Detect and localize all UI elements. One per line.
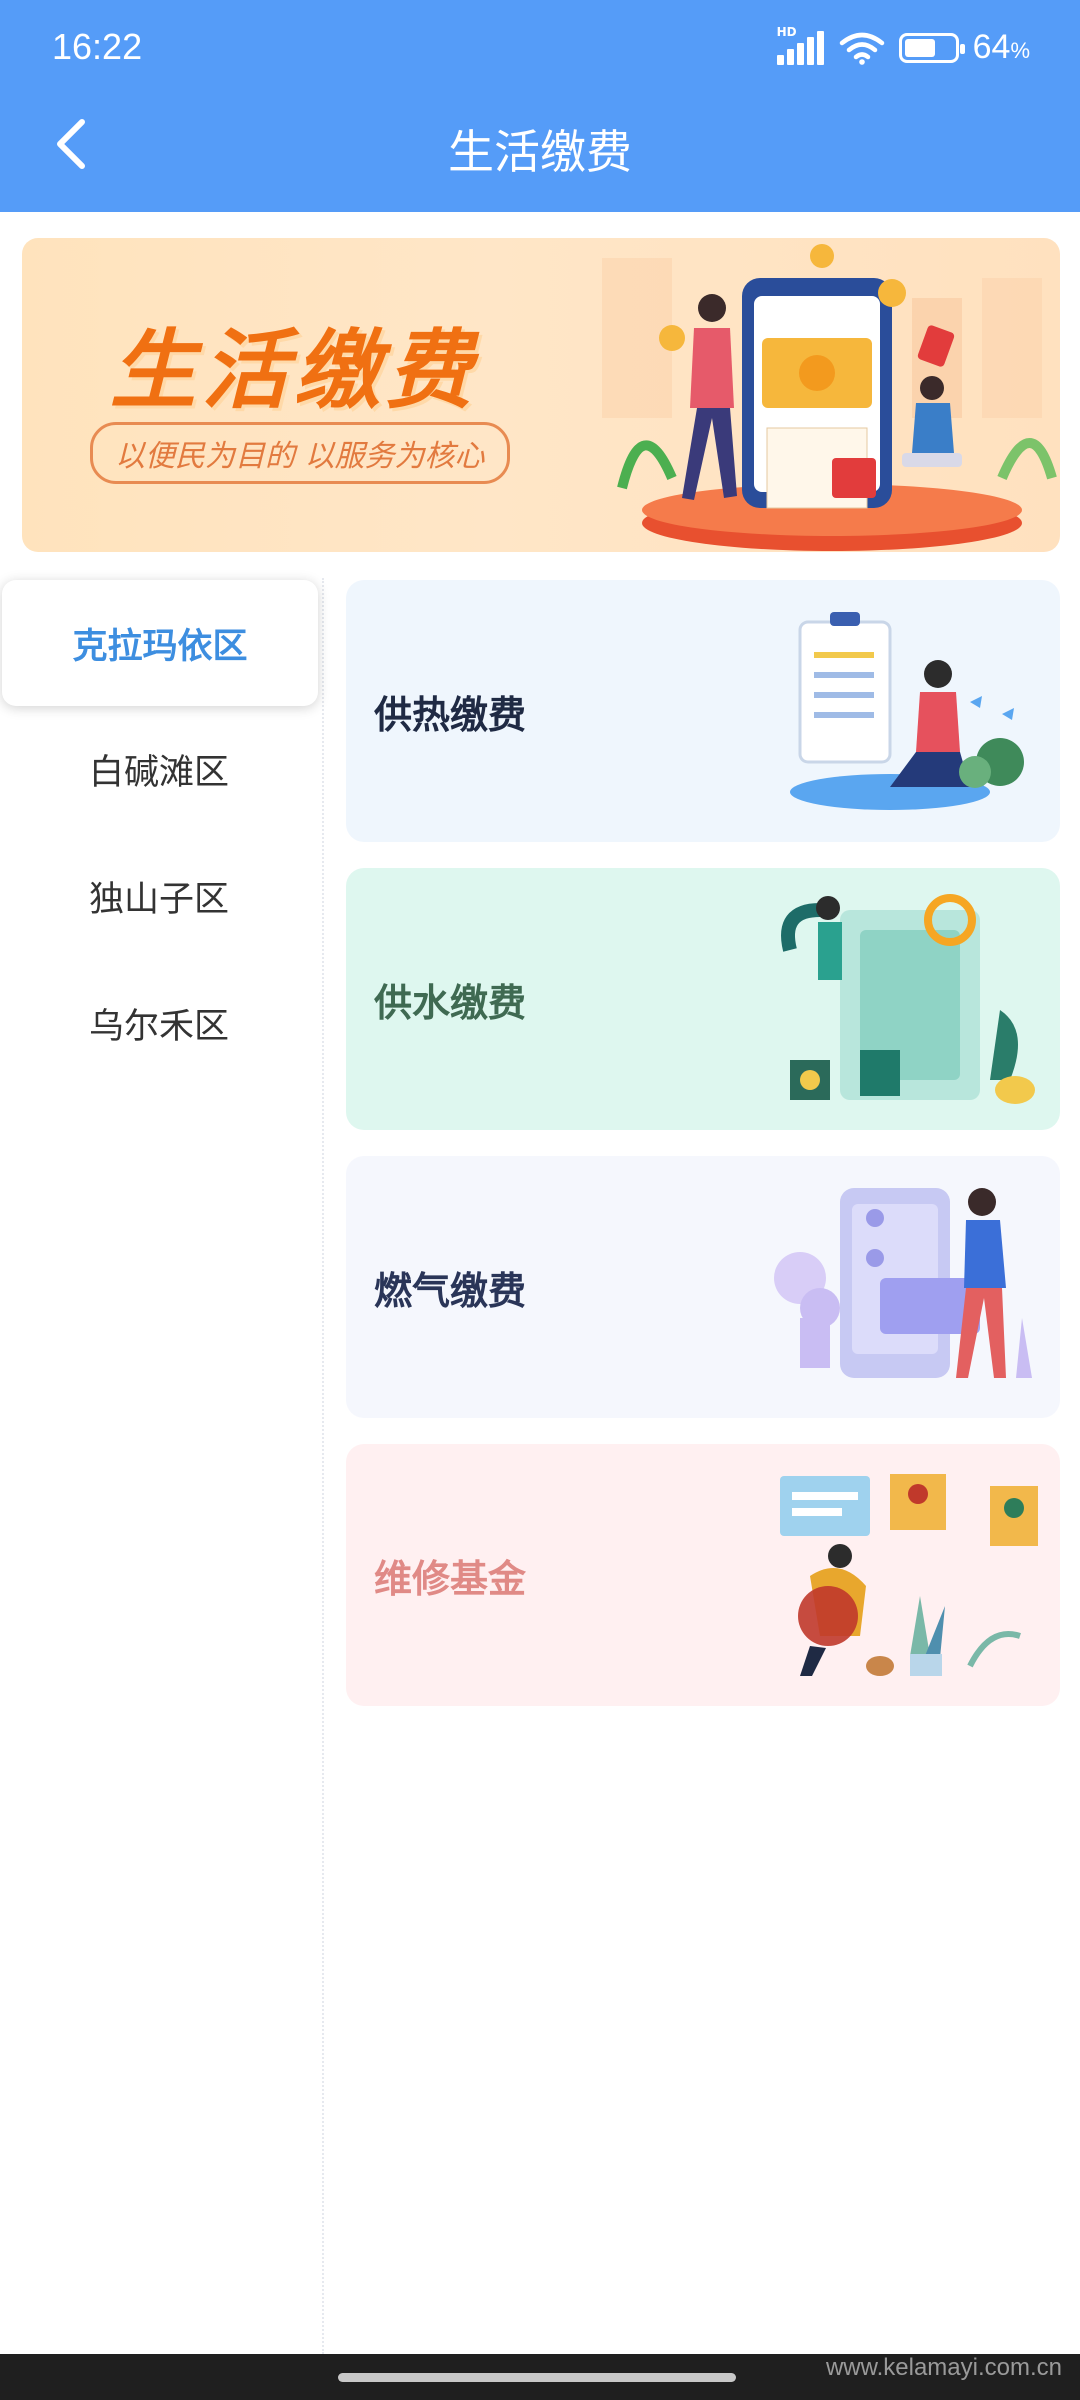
- network-badge: HD: [776, 24, 797, 39]
- card-label: 燃气缴费: [374, 1268, 527, 1313]
- status-bar: 16:22 HD 64%: [0, 0, 1080, 100]
- app-header: 16:22 HD 64% 生活缴费: [0, 0, 1080, 212]
- status-time: 16:22: [52, 26, 143, 67]
- sidebar-divider: [322, 578, 324, 2354]
- battery-text: 64%: [972, 28, 1030, 66]
- water-illustration: [781, 894, 1035, 1104]
- gas-illustration: [774, 1188, 1032, 1378]
- card-label: 供热缴费: [374, 692, 527, 737]
- sidebar-item-karamay[interactable]: 克拉玛依区: [2, 580, 318, 706]
- payment-illustration: [602, 244, 1057, 551]
- status-icons: HD 64%: [776, 25, 1030, 67]
- maintenance-illustration: [780, 1474, 1038, 1676]
- sidebar-item-baijiantan[interactable]: 白碱滩区: [0, 706, 318, 832]
- sidebar-item-urho[interactable]: 乌尔禾区: [0, 960, 318, 1086]
- promo-banner[interactable]: 生活缴费 以便民为目的 以服务为核心: [22, 238, 1060, 552]
- heating-payment-card[interactable]: 供热缴费: [346, 580, 1060, 842]
- wifi-icon: [839, 32, 884, 65]
- banner-title: 生活缴费: [110, 321, 478, 421]
- home-indicator[interactable]: [338, 2373, 736, 2382]
- banner-subtitle: 以便民为目的 以服务为核心: [90, 422, 510, 484]
- gas-payment-card[interactable]: 燃气缴费: [346, 1156, 1060, 1418]
- page-title: 生活缴费: [448, 125, 632, 179]
- card-label: 维修基金: [374, 1556, 527, 1601]
- sidebar-item-dushanzi[interactable]: 独山子区: [0, 833, 318, 959]
- battery-icon: [898, 32, 965, 63]
- water-payment-card[interactable]: 供水缴费: [346, 868, 1060, 1130]
- watermark: www.kelamayi.com.cn: [825, 2354, 1062, 2381]
- signal-icon: HD: [776, 25, 825, 65]
- heating-illustration: [790, 612, 1024, 810]
- maintenance-fund-card[interactable]: 维修基金: [346, 1444, 1060, 1706]
- card-label: 供水缴费: [374, 980, 527, 1025]
